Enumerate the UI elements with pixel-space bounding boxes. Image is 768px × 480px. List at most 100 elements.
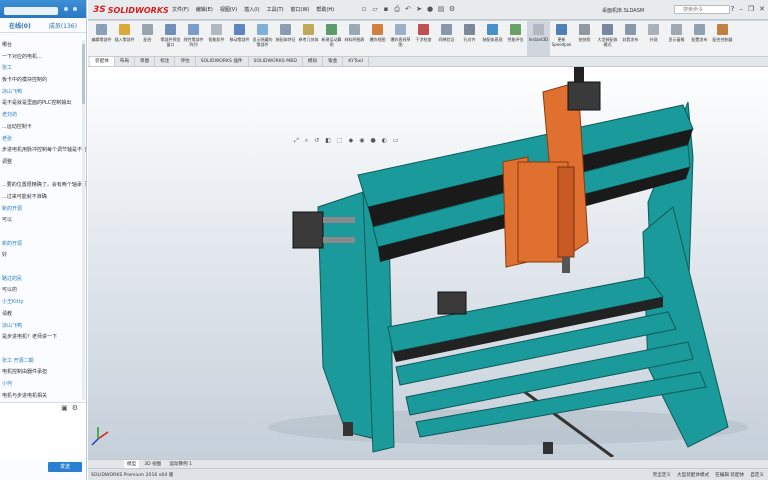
ribbon-button[interactable]: 拍快照 bbox=[573, 21, 596, 56]
print-icon[interactable]: ⎙ bbox=[393, 5, 401, 14]
open-file-icon[interactable]: ▱ bbox=[371, 5, 379, 14]
gear-icon[interactable]: ⚙ bbox=[72, 404, 78, 412]
ribbon-button[interactable]: Instant3D bbox=[527, 21, 550, 56]
appearance-icon[interactable]: ● bbox=[370, 137, 375, 145]
ribbon-button[interactable]: 配合 bbox=[136, 21, 159, 56]
ribbon-button[interactable]: 显示隐藏的零部件 bbox=[251, 21, 274, 56]
menu-item[interactable]: 文件(F) bbox=[172, 6, 189, 13]
command-search-input[interactable]: 搜索命令 bbox=[674, 5, 730, 14]
chat-sender-name: 张工 开源二期 bbox=[2, 357, 34, 364]
chat-scrollbar[interactable] bbox=[82, 40, 85, 400]
ribbon-button[interactable]: 移动零部件 bbox=[228, 21, 251, 56]
status-item[interactable]: 自定义 bbox=[750, 472, 764, 478]
ribbon-button[interactable]: 材料明细表 bbox=[343, 21, 366, 56]
command-tab[interactable]: 评估 bbox=[175, 57, 196, 66]
ribbon-button[interactable]: 间隙验证 bbox=[435, 21, 458, 56]
ribbon-tool-icon bbox=[349, 24, 360, 35]
ribbon-button[interactable]: 性能评估 bbox=[504, 21, 527, 56]
save-icon[interactable]: ▪ bbox=[382, 5, 390, 14]
zoom-to-fit-icon[interactable]: ⤢ bbox=[294, 137, 299, 145]
ribbon-tool-icon bbox=[579, 24, 590, 35]
model-tab[interactable]: 模型 bbox=[124, 460, 140, 468]
menu-item[interactable]: 工具(T) bbox=[267, 6, 284, 13]
ribbon-button[interactable]: 配合控制器 bbox=[711, 21, 734, 56]
ribbon-button-label: 显示窗格 bbox=[668, 37, 685, 42]
scroll-thumb[interactable] bbox=[82, 44, 85, 104]
command-tab[interactable]: KYTool bbox=[343, 57, 369, 66]
scene-icon[interactable]: ◐ bbox=[382, 137, 387, 145]
ribbon-button-label: 拍快照 bbox=[578, 37, 591, 42]
command-manager-ribbon: 编辑零部件 插入零部件 配合 零部件预览窗口 线性零部件阵列 智能扣件 移动零部件 显示隐藏的… bbox=[88, 21, 768, 57]
command-tab[interactable]: 钣金 bbox=[323, 57, 344, 66]
ribbon-button-label: 外观 bbox=[649, 37, 658, 42]
menu-item[interactable]: 帮助(H) bbox=[316, 6, 334, 13]
ribbon-button[interactable]: 干涉检查 bbox=[412, 21, 435, 56]
tab-online[interactable]: 在线(0) bbox=[9, 21, 31, 30]
ribbon-button[interactable]: 显示窗格 bbox=[665, 21, 688, 56]
ribbon-button-label: 性能评估 bbox=[507, 37, 524, 42]
ribbon-button[interactable]: 外观 bbox=[642, 21, 665, 56]
command-tab[interactable]: 草图 bbox=[135, 57, 156, 66]
command-tab[interactable]: 布局 bbox=[115, 57, 135, 66]
ribbon-button-label: 参考几何体 bbox=[298, 37, 319, 42]
message-list[interactable]: 哪台 一下对应的电机... 张工 板卡中的模块控制的 凉山飞鸭 是不是就是里面的PLC控制… bbox=[0, 40, 86, 400]
help-icon[interactable]: ? bbox=[731, 5, 735, 13]
ribbon-button[interactable]: 封套发布 bbox=[619, 21, 642, 56]
ribbon-button[interactable]: 线性零部件阵列 bbox=[182, 21, 205, 56]
model-tab[interactable]: 运动算例 1 bbox=[166, 460, 195, 468]
command-tab[interactable]: 模拟 bbox=[303, 57, 324, 66]
settings-icon[interactable] bbox=[64, 7, 68, 11]
command-tab[interactable]: SOLIDWORKS MBD bbox=[249, 57, 303, 66]
rebuild-icon[interactable]: ● bbox=[426, 5, 434, 14]
chat-search-input[interactable] bbox=[4, 7, 58, 15]
ribbon-button-label: 新建运动算例 bbox=[321, 37, 342, 47]
ribbon-button[interactable]: 配置发布 bbox=[688, 21, 711, 56]
view-orientation-icon[interactable]: ⬚ bbox=[337, 137, 343, 145]
ribbon-button[interactable]: 智能扣件 bbox=[205, 21, 228, 56]
ribbon-button[interactable]: 新建运动算例 bbox=[320, 21, 343, 56]
ribbon-button[interactable]: 装配体直观 bbox=[481, 21, 504, 56]
zoom-area-icon[interactable]: ⌕ bbox=[305, 137, 308, 145]
heads-up-view-toolbar: ⤢ ⌕ ↺ ◧ ⬚ ◆ ◉ ● ◐ ▭ bbox=[294, 137, 399, 145]
hide-show-icon[interactable]: ◉ bbox=[359, 137, 364, 145]
command-tab[interactable]: SOLIDWORKS 插件 bbox=[196, 57, 249, 66]
new-file-icon[interactable]: ▫ bbox=[360, 5, 368, 14]
ribbon-button[interactable]: 爆炸直线草图 bbox=[389, 21, 412, 56]
display-settings-icon[interactable]: ▭ bbox=[393, 137, 399, 145]
ribbon-button[interactable]: 爆炸视图 bbox=[366, 21, 389, 56]
file-properties-icon[interactable]: ▤ bbox=[437, 5, 445, 14]
options-icon[interactable]: ⚙ bbox=[448, 5, 456, 14]
display-style-icon[interactable]: ◆ bbox=[349, 137, 354, 145]
select-icon[interactable]: ➤ bbox=[415, 5, 423, 14]
menu-item[interactable]: 插入(I) bbox=[244, 6, 259, 13]
ribbon-button[interactable]: 编辑零部件 bbox=[90, 21, 113, 56]
close-icon[interactable] bbox=[73, 7, 77, 11]
ribbon-button-label: 插入零部件 bbox=[114, 37, 135, 42]
section-view-icon[interactable]: ◧ bbox=[325, 137, 331, 145]
image-icon[interactable]: ▣ bbox=[61, 404, 68, 412]
chat-sender-name: 小王Kitty bbox=[2, 299, 24, 306]
model-tab[interactable]: 3D 视图 bbox=[141, 460, 164, 468]
ribbon-button[interactable]: 插入零部件 bbox=[113, 21, 136, 56]
menu-item[interactable]: 编辑(E) bbox=[196, 6, 213, 13]
minimize-icon[interactable]: – bbox=[739, 5, 743, 13]
ribbon-button[interactable]: 装配体特征 bbox=[274, 21, 297, 56]
undo-icon[interactable]: ↶ bbox=[404, 5, 412, 14]
menu-item[interactable]: 窗口(W) bbox=[291, 6, 310, 13]
solidworks-logo[interactable]: 3S SOLIDWORKS bbox=[93, 4, 169, 16]
ribbon-button[interactable]: 孔对齐 bbox=[458, 21, 481, 56]
graphics-area[interactable]: ⤢ ⌕ ↺ ◧ ⬚ ◆ ◉ ● ◐ ▭ bbox=[88, 67, 768, 457]
ribbon-button[interactable]: 更新Speedpak bbox=[550, 21, 573, 56]
command-tab[interactable]: 装配体 bbox=[90, 57, 115, 66]
ribbon-button-label: 封套发布 bbox=[622, 37, 639, 42]
restore-icon[interactable]: ❐ bbox=[748, 5, 754, 13]
previous-view-icon[interactable]: ↺ bbox=[314, 137, 319, 145]
ribbon-button[interactable]: 零部件预览窗口 bbox=[159, 21, 182, 56]
tab-members[interactable]: 成员(136) bbox=[49, 21, 77, 30]
command-tab[interactable]: 标注 bbox=[155, 57, 176, 66]
menu-item[interactable]: 视图(V) bbox=[220, 6, 237, 13]
close-icon[interactable]: ✕ bbox=[759, 5, 765, 13]
send-button[interactable]: 发送 bbox=[48, 462, 82, 472]
ribbon-button[interactable]: 大型装配体模式 bbox=[596, 21, 619, 56]
ribbon-button[interactable]: 参考几何体 bbox=[297, 21, 320, 56]
